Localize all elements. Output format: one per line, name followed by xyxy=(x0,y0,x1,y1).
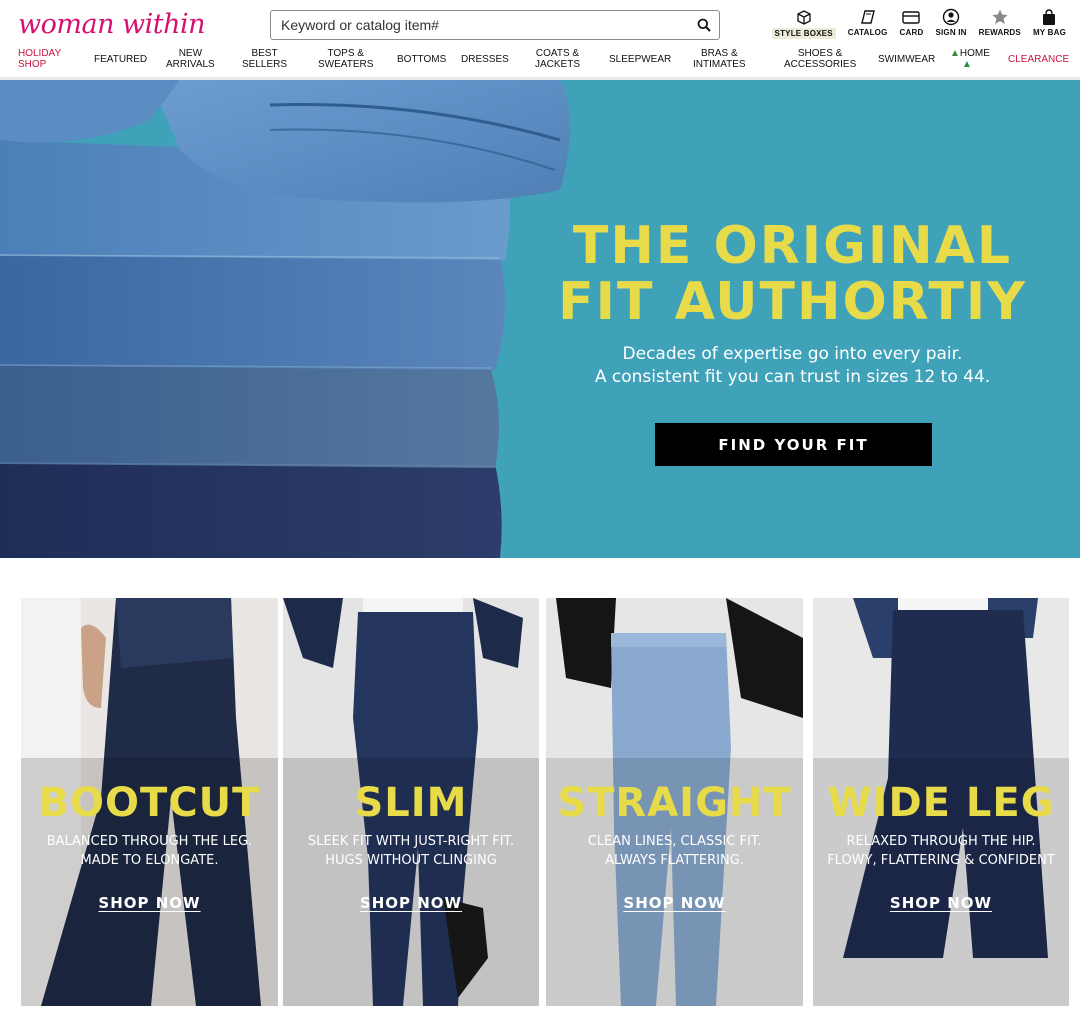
nav-sleepwear[interactable]: SLEEPWEAR xyxy=(609,54,671,65)
find-your-fit-button[interactable]: FIND YOUR FIT xyxy=(655,423,932,466)
card-title: STRAIGHT xyxy=(557,780,792,826)
card-description: CLEAN LINES, CLASSIC FIT. ALWAYS FLATTER… xyxy=(587,834,762,868)
catalog-icon xyxy=(860,10,875,24)
hero-subtitle: Decades of expertise go into every pair.… xyxy=(594,344,991,387)
sign-in-link[interactable]: SIGN IN xyxy=(929,8,972,39)
bag-icon xyxy=(1043,9,1056,25)
search-icon[interactable] xyxy=(689,11,719,39)
style-boxes-link[interactable]: STYLE BOXES xyxy=(766,8,842,39)
card-title: BOOTCUT xyxy=(38,780,261,826)
card-cta: SHOP NOW xyxy=(546,894,803,913)
my-bag-link[interactable]: MY BAG xyxy=(1027,8,1072,39)
star-icon xyxy=(992,9,1008,24)
card-link[interactable]: CARD xyxy=(894,8,930,39)
folded-jeans-image xyxy=(0,80,580,558)
rewards-link[interactable]: REWARDS xyxy=(973,8,1027,39)
card-description: SLEEK FIT WITH JUST-RIGHT FIT. HUGS WITH… xyxy=(307,834,515,868)
user-icon xyxy=(942,8,960,26)
search-input[interactable] xyxy=(271,11,689,39)
card-description: BALANCED THROUGH THE LEG. MADE TO ELONGA… xyxy=(46,834,253,868)
nav-home[interactable]: ▲HOME ▲ xyxy=(950,48,990,70)
hero-banner[interactable]: THE ORIGINAL FIT AUTHORTIY Decades of ex… xyxy=(0,80,1080,558)
hero-title: THE ORIGINAL FIT AUTHORTIY xyxy=(558,216,1027,332)
nav-featured[interactable]: FEATURED xyxy=(94,54,147,65)
card-cta: SHOP NOW xyxy=(21,894,278,913)
main-nav: HOLIDAY SHOP FEATURED NEW ARRIVALS BEST SEL… xyxy=(0,46,1080,72)
utility-nav: STYLE BOXES CATALOG CARD SIGN IN REWARDS… xyxy=(766,8,1072,39)
tree-icon: ▲ xyxy=(950,48,960,59)
nav-shoes-accessories[interactable]: SHOES & ACCESSORIES xyxy=(784,48,856,70)
card-title: SLIM xyxy=(354,780,468,826)
brand-logo[interactable]: woman within xyxy=(18,6,206,42)
nav-holiday-shop[interactable]: HOLIDAY SHOP xyxy=(18,48,61,70)
nav-bras-intimates[interactable]: BRAS & INTIMATES xyxy=(693,48,746,70)
card-slim[interactable]: SLIM SLEEK FIT WITH JUST-RIGHT FIT. HUGS… xyxy=(283,598,539,1006)
search-bar xyxy=(270,10,720,40)
nav-bottoms[interactable]: BOTTOMS xyxy=(397,54,446,65)
shop-now-link[interactable]: SHOP NOW xyxy=(360,894,462,912)
card-cta: SHOP NOW xyxy=(283,894,539,913)
nav-dresses[interactable]: DRESSES xyxy=(461,54,509,65)
shop-now-link[interactable]: SHOP NOW xyxy=(890,894,992,912)
nav-swimwear[interactable]: SWIMWEAR xyxy=(878,54,935,65)
card-cta: SHOP NOW xyxy=(813,894,1069,913)
shop-now-link[interactable]: SHOP NOW xyxy=(98,894,200,912)
box-icon xyxy=(797,10,811,25)
card-straight[interactable]: STRAIGHT CLEAN LINES, CLASSIC FIT. ALWAY… xyxy=(546,598,803,1006)
catalog-link[interactable]: CATALOG xyxy=(842,8,894,39)
card-description: RELAXED THROUGH THE HIP. FLOWY, FLATTERI… xyxy=(827,834,1055,868)
tree-icon: ▲ xyxy=(962,59,972,70)
site-header: woman within STYLE BOXES CATALOG CARD SI… xyxy=(0,0,1080,80)
card-icon xyxy=(902,11,921,24)
nav-best-sellers[interactable]: BEST SELLERS xyxy=(242,48,287,70)
card-wide-leg[interactable]: WIDE LEG RELAXED THROUGH THE HIP. FLOWY,… xyxy=(813,598,1069,1006)
nav-tops-sweaters[interactable]: TOPS & SWEATERS xyxy=(318,48,373,70)
nav-new-arrivals[interactable]: NEW ARRIVALS xyxy=(166,48,215,70)
card-title: WIDE LEG xyxy=(827,780,1055,826)
card-bootcut[interactable]: BOOTCUT BALANCED THROUGH THE LEG. MADE T… xyxy=(21,598,278,1006)
nav-coats-jackets[interactable]: COATS & JACKETS xyxy=(535,48,580,70)
nav-clearance[interactable]: CLEARANCE xyxy=(1008,54,1069,65)
shop-now-link[interactable]: SHOP NOW xyxy=(623,894,725,912)
